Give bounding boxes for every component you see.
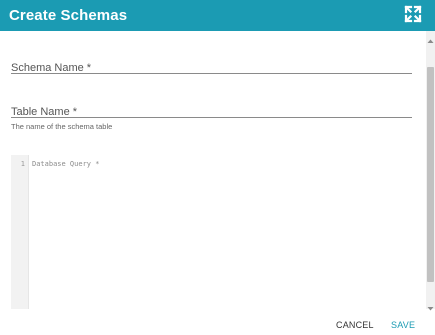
schema-name-underline xyxy=(11,73,412,74)
line-number: 1 xyxy=(20,160,25,168)
dialog-scrollbar[interactable] xyxy=(426,31,435,311)
table-name-field[interactable]: Table Name * xyxy=(11,102,412,119)
scroll-up-arrow-icon[interactable] xyxy=(426,32,435,43)
database-query-editor[interactable]: 1 Database Query * xyxy=(11,155,425,309)
fullscreen-expand-icon[interactable] xyxy=(404,5,422,23)
save-button[interactable]: SAVE xyxy=(391,320,415,330)
table-name-underline xyxy=(11,117,412,118)
dialog-title: Create Schemas xyxy=(9,7,128,24)
table-name-hint: The name of the schema table xyxy=(11,122,113,131)
scroll-thumb[interactable] xyxy=(427,67,434,282)
editor-gutter: 1 xyxy=(11,155,29,309)
scroll-down-arrow-icon[interactable] xyxy=(426,300,435,311)
schema-name-field[interactable]: Schema Name * xyxy=(11,58,412,75)
cancel-button[interactable]: CANCEL xyxy=(336,320,374,330)
database-query-placeholder: Database Query * xyxy=(32,160,100,168)
dialog-header: Create Schemas xyxy=(0,0,435,31)
